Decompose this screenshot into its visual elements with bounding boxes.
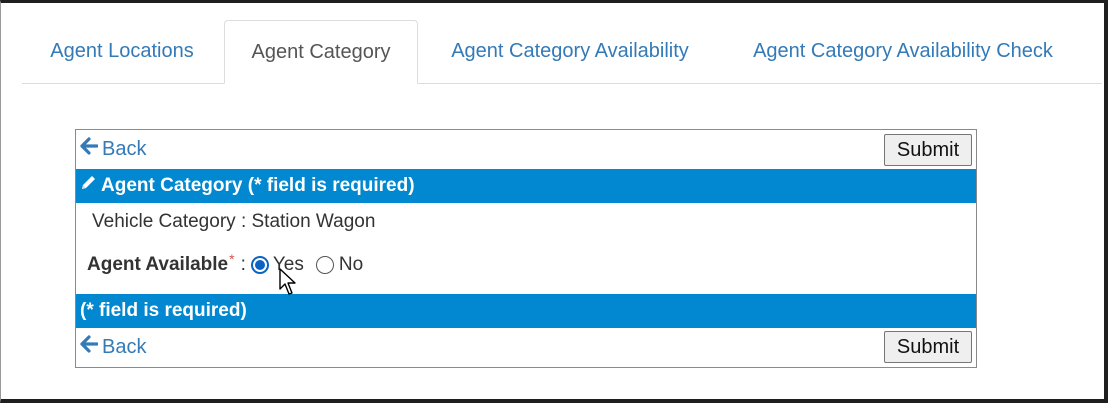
back-link-bottom[interactable]: Back (80, 335, 146, 359)
tab-agent-category-availability[interactable]: Agent Category Availability (420, 20, 720, 83)
agent-available-separator: : (240, 254, 246, 275)
vehicle-category-row: Vehicle Category : Station Wagon (92, 211, 375, 233)
back-label: Back (102, 137, 147, 160)
back-link-top[interactable]: Back (80, 137, 146, 161)
agent-available-no-label[interactable]: No (339, 254, 363, 276)
vehicle-category-value: Station Wagon (251, 211, 376, 232)
tab-agent-category-availability-check[interactable]: Agent Category Availability Check (722, 20, 1084, 83)
arrow-left-icon (80, 335, 99, 359)
vehicle-category-separator: : (240, 211, 247, 232)
agent-available-row: Agent Available * : Yes No (87, 251, 363, 276)
footer-note: (* field is required) (80, 300, 247, 321)
agent-available-yes-radio[interactable] (250, 256, 269, 274)
required-asterisk: * (229, 251, 235, 267)
submit-button-top[interactable]: Submit (884, 134, 972, 166)
panel-footer: (* field is required) (76, 294, 976, 328)
agent-available-no-radio[interactable] (315, 256, 334, 274)
vehicle-category-label: Vehicle Category (92, 211, 236, 232)
pencil-icon (80, 169, 97, 203)
back-label: Back (102, 335, 147, 358)
arrow-left-icon (80, 137, 99, 161)
tab-agent-locations[interactable]: Agent Locations (22, 20, 222, 83)
tab-agent-category[interactable]: Agent Category (224, 20, 418, 84)
agent-available-yes-label[interactable]: Yes (273, 254, 304, 276)
agent-category-panel: Back Submit Agent Category (* field is r… (75, 129, 977, 368)
panel-header: Agent Category (* field is required) (76, 169, 976, 203)
tab-bar: Agent Locations Agent Category Agent Cat… (22, 20, 1102, 84)
submit-button-bottom[interactable]: Submit (884, 331, 972, 363)
agent-available-label: Agent Available (87, 254, 229, 275)
panel-title: Agent Category (* field is required) (101, 175, 415, 196)
